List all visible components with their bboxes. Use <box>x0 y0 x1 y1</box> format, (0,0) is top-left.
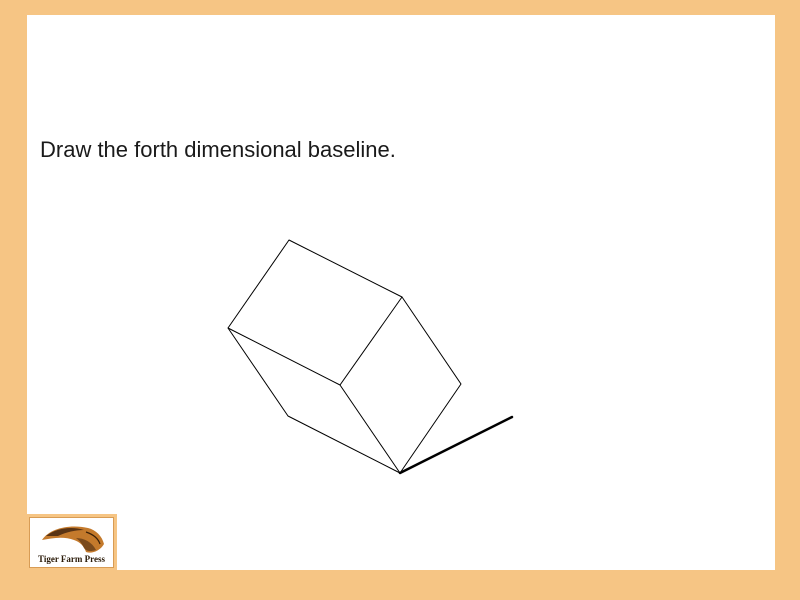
cube-top-face <box>227 239 403 386</box>
slide-frame: Draw the forth dimensional baseline. Tig… <box>0 0 800 600</box>
cube-diagram <box>227 239 514 475</box>
tiger-farm-press-logo: Tiger Farm Press <box>27 514 117 571</box>
cube-right-face <box>339 296 462 474</box>
fourth-dimensional-baseline <box>398 415 514 475</box>
logo-box: Tiger Farm Press <box>29 517 114 568</box>
logo-text: Tiger Farm Press <box>38 554 105 564</box>
cube-left-face <box>227 327 401 474</box>
tiger-farm-press-logo-icon <box>42 526 104 553</box>
